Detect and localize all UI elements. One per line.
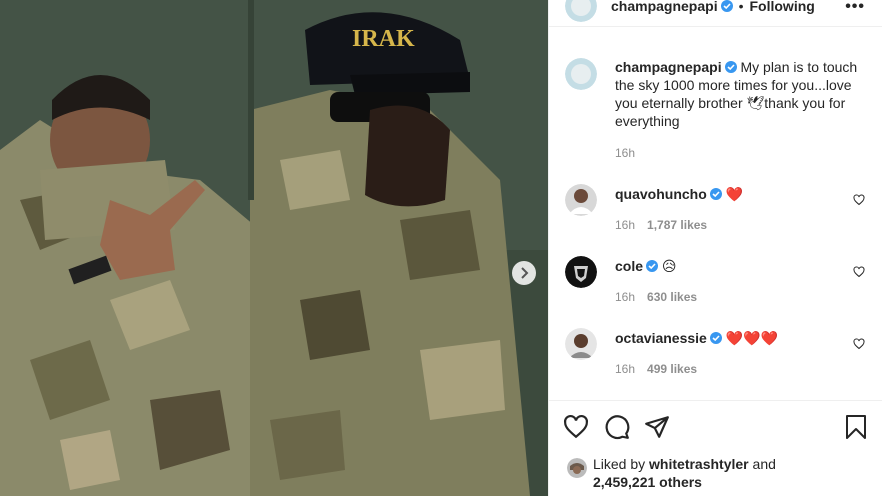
next-photo-button[interactable] (512, 261, 536, 285)
comment-item: octavianessie ❤️❤️❤️ 16h 499 likes (565, 328, 869, 378)
comment-like-heart-icon[interactable] (853, 194, 865, 206)
comment-time: 16h (615, 290, 636, 304)
comment-meta: 16h 630 likes (615, 290, 697, 304)
comment-likes[interactable]: 1,787 likes (647, 218, 707, 232)
post-photo: IRAK (0, 0, 548, 496)
share-paper-plane-icon[interactable] (644, 414, 670, 440)
following-button[interactable]: Following (750, 0, 815, 14)
commenter-avatar[interactable] (565, 184, 597, 216)
comment-text: ❤️❤️❤️ (725, 330, 779, 346)
comment-meta: 16h 499 likes (615, 362, 697, 376)
liker-avatar[interactable] (567, 458, 587, 478)
caption: champagnepapi My plan is to touch the sk… (565, 58, 869, 160)
comment-text: ❤️ (725, 186, 744, 202)
likes-prefix: Liked by (593, 456, 650, 472)
liker-username[interactable]: whitetrashtyler (649, 456, 749, 472)
author-username[interactable]: champagnepapi (611, 0, 718, 14)
actions-divider (549, 400, 882, 401)
verified-badge-icon (709, 188, 722, 200)
comment-like-heart-icon[interactable] (853, 266, 865, 278)
comment-item: cole 😥 16h 630 likes (565, 256, 869, 306)
comment-time: 16h (615, 218, 636, 232)
verified-badge-icon (709, 332, 722, 344)
post-header: champagnepapi • Following ••• (549, 0, 882, 26)
header-divider (549, 26, 882, 27)
comment-likes[interactable]: 630 likes (647, 290, 697, 304)
comment-username[interactable]: quavohuncho (615, 186, 707, 202)
separator-dot: • (738, 0, 744, 14)
comment-body: octavianessie ❤️❤️❤️ (615, 329, 855, 347)
caption-time: 16h (615, 146, 636, 160)
author-avatar[interactable] (565, 0, 597, 22)
likes-count-line: 2,459,221 others (593, 473, 875, 491)
comment-likes[interactable]: 499 likes (647, 362, 697, 376)
more-options-icon[interactable]: ••• (845, 0, 865, 16)
likes-middle: and (748, 456, 776, 472)
likes-summary: Liked by whitetrashtyler and 2,459,221 o… (565, 455, 875, 491)
verified-badge-icon (724, 61, 737, 73)
caption-body: champagnepapi My plan is to touch the sk… (615, 58, 865, 130)
likes-count[interactable]: 2,459,221 others (593, 474, 702, 490)
caption-avatar[interactable] (565, 58, 597, 90)
comment-bubble-icon[interactable] (604, 414, 630, 440)
comment-username[interactable]: octavianessie (615, 330, 707, 346)
comment-username[interactable]: cole (615, 258, 643, 274)
like-heart-icon[interactable] (563, 414, 589, 440)
comment-time: 16h (615, 362, 636, 376)
comment-meta: 16h 1,787 likes (615, 218, 707, 232)
chevron-right-icon (521, 267, 529, 279)
caption-username[interactable]: champagnepapi (615, 59, 722, 75)
comment-like-heart-icon[interactable] (853, 338, 865, 350)
cap-text: IRAK (352, 26, 415, 52)
comment-text: 😥 (661, 258, 677, 274)
comment-body: cole 😥 (615, 257, 855, 275)
post-image: IRAK (0, 0, 548, 496)
commenter-avatar[interactable] (565, 328, 597, 360)
verified-badge-icon (646, 260, 659, 272)
post-actions (563, 412, 873, 442)
comment-body: quavohuncho ❤️ (615, 185, 855, 203)
post-details-panel: champagnepapi • Following ••• champagnep… (548, 0, 882, 496)
verified-badge-icon (720, 0, 733, 12)
save-bookmark-icon[interactable] (844, 414, 868, 440)
commenter-avatar[interactable] (565, 256, 597, 288)
comment-item: quavohuncho ❤️ 16h 1,787 likes (565, 184, 869, 234)
likes-text: Liked by whitetrashtyler and (593, 455, 875, 473)
